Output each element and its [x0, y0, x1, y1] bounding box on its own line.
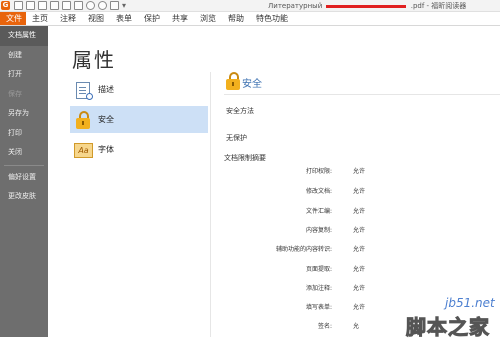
tab-protect[interactable]: 保护	[138, 12, 166, 25]
restriction-value-assembly: 允许	[353, 208, 366, 215]
stamp-icon[interactable]	[110, 1, 119, 10]
tab-home[interactable]: 主页	[26, 12, 54, 25]
quick-access-toolbar: G ▾	[0, 0, 129, 11]
nav-print[interactable]: 打印	[0, 124, 48, 144]
nav-save[interactable]: 保存	[0, 85, 48, 105]
security-title: 安全	[242, 79, 262, 90]
restriction-value-fill-form: 允许	[353, 304, 366, 311]
restriction-label-sign: 签名:	[317, 323, 332, 330]
nav-save-as[interactable]: 另存为	[0, 104, 48, 124]
app-logo-icon[interactable]: G	[1, 1, 10, 10]
restriction-label-fill-form: 填写表单:	[305, 304, 332, 311]
tab-form[interactable]: 表单	[110, 12, 138, 25]
security-method-value: 无保护	[226, 134, 247, 142]
nav-document-properties[interactable]: 文档属性	[0, 26, 48, 46]
tab-file[interactable]: 文件	[0, 12, 26, 25]
security-lock-icon	[224, 72, 240, 90]
nav-open[interactable]: 打开	[0, 65, 48, 85]
window-title: Литературный .pdf - 福昕阅读器	[268, 1, 466, 11]
category-label: 安全	[98, 115, 114, 124]
category-security[interactable]: 安全	[70, 106, 208, 133]
security-title-rule	[224, 94, 500, 95]
print-icon[interactable]	[38, 1, 47, 10]
restriction-label-page-extract: 页面提取:	[305, 266, 332, 273]
watermark-site: jb51.net	[445, 296, 495, 310]
page-icon[interactable]	[74, 1, 83, 10]
lock-icon	[74, 110, 92, 129]
select-text-icon[interactable]	[62, 1, 71, 10]
restriction-value-copy: 允许	[353, 227, 366, 234]
restriction-label-modify: 修改文档:	[305, 188, 332, 195]
category-label: 描述	[98, 85, 114, 94]
tab-share[interactable]: 共享	[166, 12, 194, 25]
customize-toolbar-icon[interactable]: ▾	[122, 2, 126, 10]
restriction-value-print: 允许	[353, 168, 366, 175]
window-title-prefix: Литературный	[268, 2, 323, 10]
tab-featured[interactable]: 特色功能	[250, 12, 294, 25]
restriction-value-modify: 允许	[353, 188, 366, 195]
tab-view[interactable]: 视图	[82, 12, 110, 25]
restriction-value-page-extract: 允许	[353, 266, 366, 273]
redo-icon[interactable]	[98, 1, 107, 10]
document-info-icon	[74, 81, 93, 100]
restriction-label-assembly: 文件汇编:	[305, 208, 332, 215]
window-title-suffix: .pdf - 福昕阅读器	[410, 2, 467, 10]
category-label: 字体	[98, 145, 114, 154]
nav-change-skin[interactable]: 更改皮肤	[0, 187, 48, 207]
tab-comment[interactable]: 注释	[54, 12, 82, 25]
tab-help[interactable]: 帮助	[222, 12, 250, 25]
nav-create[interactable]: 创建	[0, 46, 48, 66]
redacted-filename	[326, 4, 407, 8]
category-fonts[interactable]: Aa 字体	[70, 136, 208, 163]
restriction-value-comment: 允许	[353, 285, 366, 292]
nav-preferences[interactable]: 偏好设置	[0, 168, 48, 188]
watermark-brand: 脚本之家	[406, 315, 490, 340]
open-icon[interactable]	[14, 1, 23, 10]
page-title: 属性	[72, 48, 116, 72]
restriction-label-accessibility: 辅助功能的内容转识:	[275, 246, 332, 253]
restriction-label-print: 打印权限:	[305, 168, 332, 175]
backstage-sidebar: 文档属性 创建 打开 保存 另存为 打印 关闭 偏好设置 更改皮肤	[0, 26, 48, 337]
restriction-label-comment: 添加注释:	[305, 285, 332, 292]
title-bar: G ▾ Литературный .pdf - 福昕阅读器	[0, 0, 500, 12]
restriction-label-copy: 内容复制:	[305, 227, 332, 234]
tab-browse[interactable]: 浏览	[194, 12, 222, 25]
undo-icon[interactable]	[86, 1, 95, 10]
security-method-label: 安全方法	[226, 107, 254, 115]
ribbon-tab-bar: 文件 主页 注释 视图 表单 保护 共享 浏览 帮助 特色功能	[0, 12, 500, 26]
category-description[interactable]: 描述	[70, 76, 208, 103]
nav-close[interactable]: 关闭	[0, 143, 48, 163]
hand-tool-icon[interactable]	[50, 1, 59, 10]
restriction-value-sign: 允	[353, 323, 360, 330]
panel-divider	[210, 72, 211, 337]
restriction-value-accessibility: 允许	[353, 246, 366, 253]
save-icon[interactable]	[26, 1, 35, 10]
nav-divider	[4, 164, 44, 166]
font-icon: Aa	[74, 141, 93, 159]
restrictions-summary-label: 文档限制摘要	[224, 154, 266, 162]
